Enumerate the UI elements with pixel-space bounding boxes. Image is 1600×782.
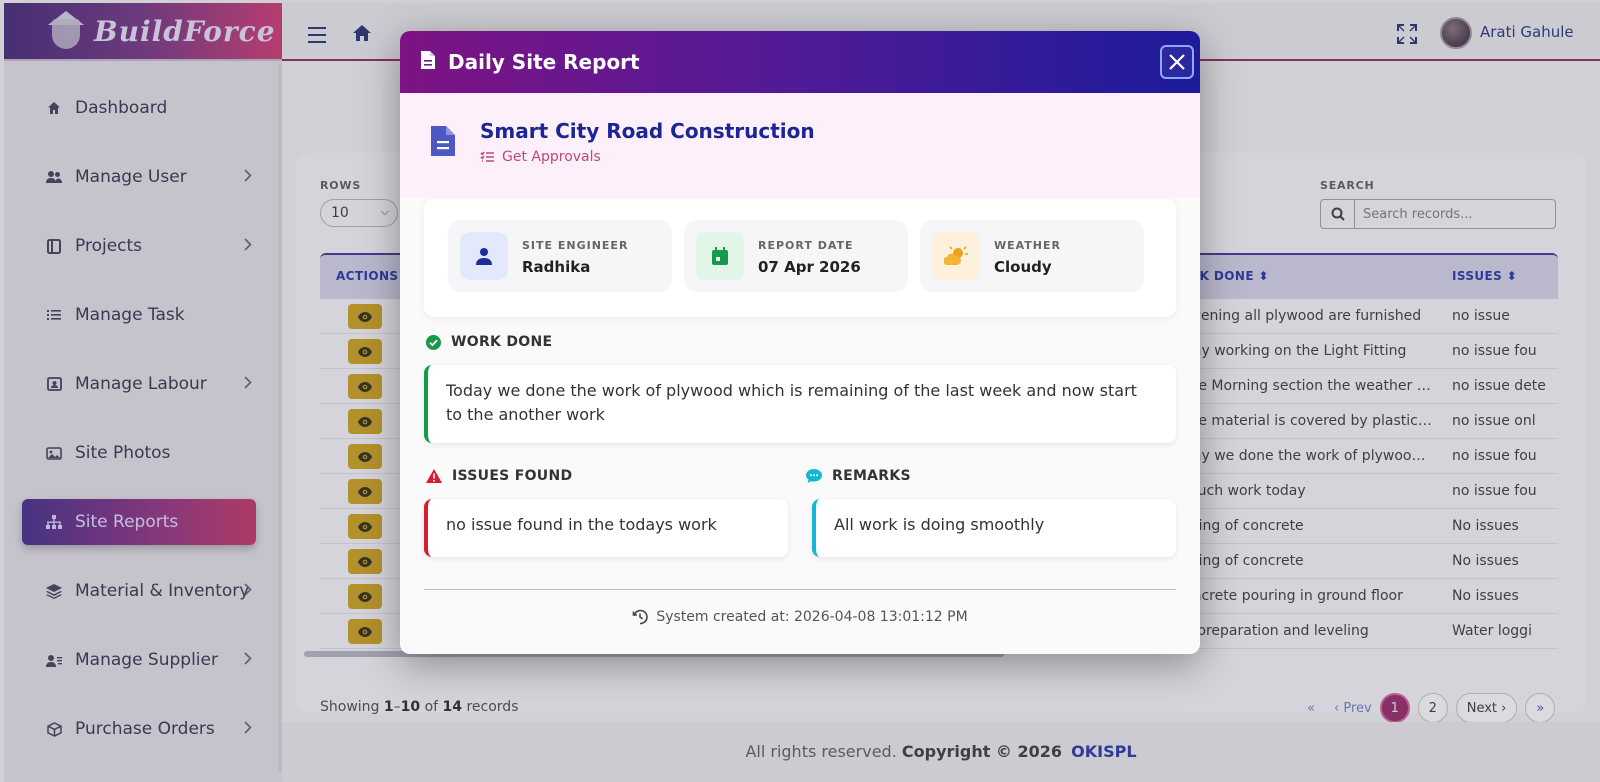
- remarks-heading: REMARKS: [806, 468, 911, 484]
- comment-icon: [806, 468, 822, 483]
- weather-box: WEATHER Cloudy: [920, 220, 1144, 292]
- weather-value: Cloudy: [994, 258, 1052, 276]
- weather-label: WEATHER: [994, 239, 1062, 252]
- checklist-icon: [480, 151, 494, 162]
- site-engineer-label: SITE ENGINEER: [522, 239, 629, 252]
- system-created: System created at: 2026-04-08 13:01:12 P…: [400, 609, 1200, 625]
- project-banner: Smart City Road Construction Get Approva…: [400, 93, 1200, 197]
- remarks-text: All work is doing smoothly: [812, 499, 1176, 557]
- history-icon: [633, 609, 649, 625]
- site-engineer-box: SITE ENGINEER Radhika: [448, 220, 672, 292]
- work-done-title: WORK DONE: [451, 334, 553, 350]
- work-done-heading: WORK DONE: [426, 334, 552, 350]
- issues-title: ISSUES FOUND: [452, 468, 573, 484]
- system-created-text: System created at: 2026-04-08 13:01:12 P…: [656, 609, 968, 625]
- file-icon: [420, 50, 436, 74]
- warning-icon: [426, 469, 442, 483]
- modal-header: Daily Site Report: [400, 31, 1200, 93]
- get-approvals-link[interactable]: Get Approvals: [480, 149, 601, 165]
- calendar-icon: [696, 232, 744, 280]
- report-date-label: REPORT DATE: [758, 239, 854, 252]
- remarks-title: REMARKS: [832, 468, 911, 484]
- report-date-value: 07 Apr 2026: [758, 258, 861, 276]
- modal-divider: [424, 589, 1176, 590]
- report-info-card: SITE ENGINEER Radhika REPORT DATE 07 Apr…: [424, 199, 1176, 317]
- issues-text: no issue found in the todays work: [424, 499, 788, 557]
- document-icon: [430, 125, 456, 161]
- report-date-box: REPORT DATE 07 Apr 2026: [684, 220, 908, 292]
- get-approvals-label: Get Approvals: [502, 149, 601, 165]
- cloud-sun-icon: [932, 232, 980, 280]
- site-engineer-value: Radhika: [522, 258, 591, 276]
- daily-site-report-modal: Daily Site Report Smart City Road Constr…: [400, 31, 1200, 654]
- modal-title: Daily Site Report: [448, 50, 640, 74]
- close-icon: [1169, 54, 1185, 70]
- user-icon: [460, 232, 508, 280]
- check-circle-icon: [426, 334, 441, 350]
- close-button[interactable]: [1160, 45, 1194, 79]
- issues-heading: ISSUES FOUND: [426, 468, 572, 484]
- work-done-text: Today we done the work of plywood which …: [424, 365, 1176, 443]
- project-name: Smart City Road Construction: [480, 119, 815, 143]
